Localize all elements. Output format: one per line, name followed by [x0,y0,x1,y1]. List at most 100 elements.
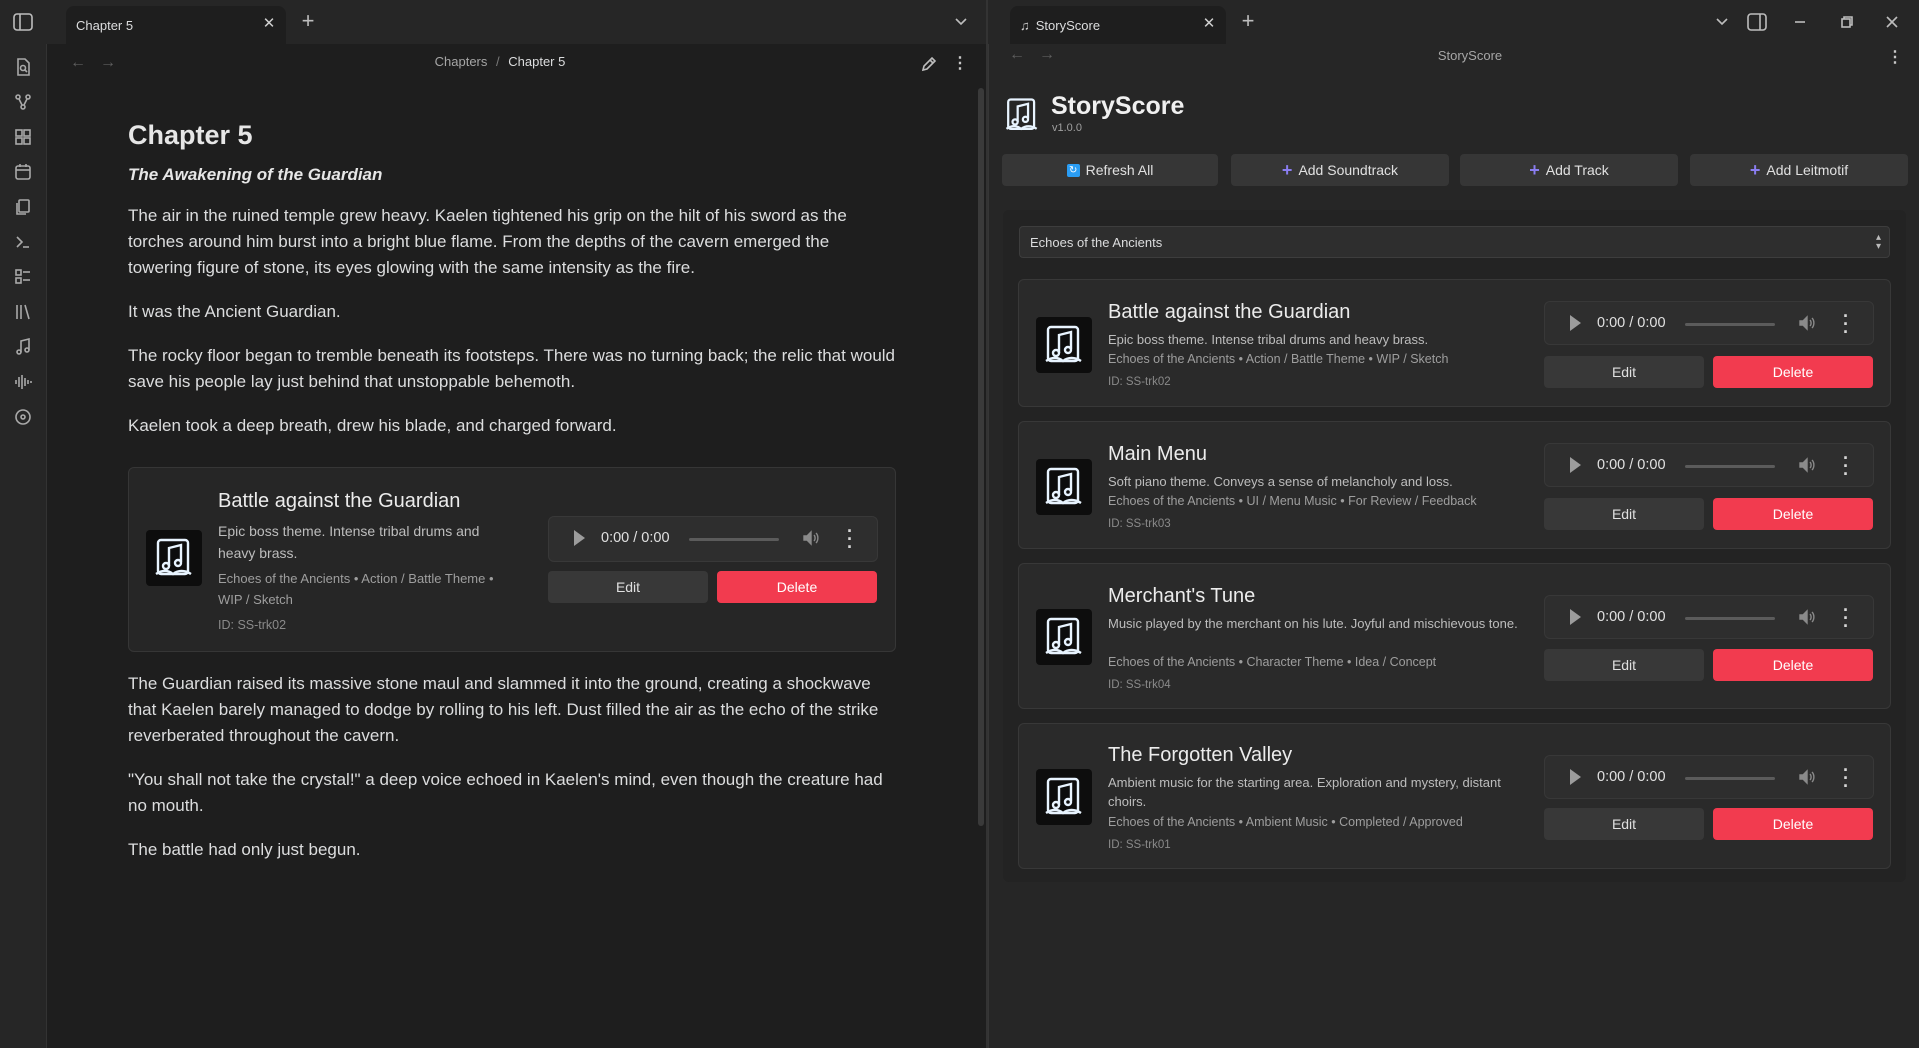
close-window-icon[interactable] [1881,12,1903,32]
graph-view-icon[interactable] [12,91,34,113]
track-card: The Forgotten Valley Ambient music for t… [1018,723,1891,869]
track-description: Epic boss theme. Intense tribal drums an… [218,523,480,561]
track-meta: Echoes of the Ancients • Ambient Music •… [1108,815,1463,829]
tab-storyscore[interactable]: ♫ StoryScore ✕ [1010,6,1226,44]
volume-icon[interactable] [1797,607,1817,632]
edit-button[interactable]: Edit [1544,498,1704,530]
audio-progress-slider[interactable] [1685,777,1775,780]
restore-icon[interactable] [1836,12,1858,32]
paragraph: It was the Ancient Guardian. [128,302,341,321]
play-icon[interactable] [1570,609,1581,625]
audio-progress-slider[interactable] [1685,617,1775,620]
plugin-title: StoryScore [1051,92,1185,120]
tab-strip: Chapter 5 ✕ + ♫ StoryScore ✕ + [0,0,1919,44]
track-id: ID: SS-trk01 [1108,839,1171,851]
delete-button[interactable]: Delete [717,571,877,603]
delete-button[interactable]: Delete [1713,649,1873,681]
volume-icon[interactable] [801,528,821,553]
add-soundtrack-button[interactable]: + Add Soundtrack [1231,154,1449,186]
edit-button[interactable]: Edit [1544,356,1704,388]
terminal-icon[interactable] [12,231,34,253]
calendar-icon[interactable] [12,161,34,183]
close-tab-icon[interactable]: ✕ [1200,15,1218,33]
player-more-icon[interactable]: · · · [1843,307,1849,341]
track-meta: Echoes of the Ancients • Action / Battle… [218,571,494,607]
canvas-icon[interactable] [12,126,34,148]
audio-time: 0:00 / 0:00 [1597,457,1666,473]
add-leitmotif-label: Add Leitmotif [1766,162,1849,178]
delete-button[interactable]: Delete [1713,356,1873,388]
tab-chapter-5[interactable]: Chapter 5 ✕ [66,6,286,44]
right-sidebar-toggle-icon[interactable] [1746,12,1768,32]
close-tab-icon[interactable]: ✕ [260,15,278,33]
add-leitmotif-button[interactable]: + Add Leitmotif [1690,154,1908,186]
audio-time: 0:00 / 0:00 [601,530,670,546]
plus-icon: + [1749,159,1761,180]
add-track-button[interactable]: + Add Track [1460,154,1678,186]
more-options-icon[interactable]: ⋮ [1887,46,1903,68]
volume-icon[interactable] [1797,767,1817,792]
audio-player: 0:00 / 0:00 · · · [1544,755,1874,799]
document-title: Chapter 5 [128,120,253,150]
play-icon[interactable] [1570,769,1581,785]
track-meta: Echoes of the Ancients • UI / Menu Music… [1108,494,1477,508]
minimize-icon[interactable] [1789,12,1811,32]
new-tab-icon[interactable]: + [1237,8,1259,33]
track-cover-icon [1036,317,1092,373]
music-note-icon[interactable] [12,336,34,358]
templates-icon[interactable] [12,196,34,218]
forward-arrow-icon[interactable]: → [1039,46,1055,64]
audio-progress-slider[interactable] [1685,465,1775,468]
edit-pencil-icon[interactable] [918,54,940,74]
track-description: Soft piano theme. Conveys a sense of mel… [1108,474,1453,489]
audio-time: 0:00 / 0:00 [1597,609,1666,625]
track-id: ID: SS-trk04 [1108,679,1171,691]
breadcrumb-current[interactable]: Chapter 5 [508,54,565,69]
delete-button[interactable]: Delete [1713,808,1873,840]
select-caret-icon: ▴ ▾ [1875,232,1881,252]
paragraph: Kaelen took a deep breath, drew his blad… [128,416,617,435]
left-ribbon [0,44,47,1048]
volume-icon[interactable] [1797,313,1817,338]
document: Chapter 5 The Awakening of the Guardian … [128,120,898,457]
delete-button[interactable]: Delete [1713,498,1873,530]
track-card: Merchant's Tune Music played by the merc… [1018,563,1891,709]
audio-progress-slider[interactable] [1685,323,1775,326]
library-icon[interactable] [12,301,34,323]
track-id: ID: SS-trk02 [218,618,287,632]
edit-button[interactable]: Edit [1544,808,1704,840]
player-more-icon[interactable]: · · · [1843,761,1849,795]
track-cover-icon [1036,769,1092,825]
breadcrumb-parent[interactable]: Chapters [435,54,488,69]
tab-list-chevron-icon[interactable] [1711,12,1733,32]
track-cover-icon [146,530,202,586]
player-more-icon[interactable]: · · · [1843,601,1849,635]
play-icon[interactable] [1570,457,1581,473]
back-arrow-icon[interactable]: ← [1009,46,1025,64]
soundtrack-select[interactable]: Echoes of the Ancients ▴ ▾ [1019,226,1890,258]
audio-progress-slider[interactable] [689,538,779,541]
volume-icon[interactable] [1797,455,1817,480]
play-icon[interactable] [1570,315,1581,331]
player-more-icon[interactable]: · · · [1843,449,1849,483]
refresh-icon: ↻ [1066,163,1080,177]
edit-button[interactable]: Edit [1544,649,1704,681]
play-icon[interactable] [574,530,585,546]
sidebar-toggle-icon[interactable] [12,12,34,32]
paragraph: The air in the ruined temple grew heavy.… [128,206,847,277]
editor-scrollbar[interactable] [978,88,984,826]
more-options-icon[interactable]: ⋮ [952,52,968,74]
tab-list-chevron-icon[interactable] [950,12,972,32]
new-tab-icon[interactable]: + [297,8,319,33]
audio-time: 0:00 / 0:00 [1597,315,1666,331]
plus-icon: + [1281,159,1293,180]
track-title: Main Menu [1108,443,1207,465]
disc-icon[interactable] [12,406,34,428]
edit-button[interactable]: Edit [548,571,708,603]
player-more-icon[interactable]: · · · [847,522,853,556]
audio-waveform-icon[interactable] [12,371,34,393]
pane-header-title: StoryScore [1437,48,1503,63]
plus-icon: + [1529,159,1540,180]
kanban-icon[interactable] [12,266,34,288]
refresh-all-button[interactable]: ↻ Refresh All [1002,154,1218,186]
